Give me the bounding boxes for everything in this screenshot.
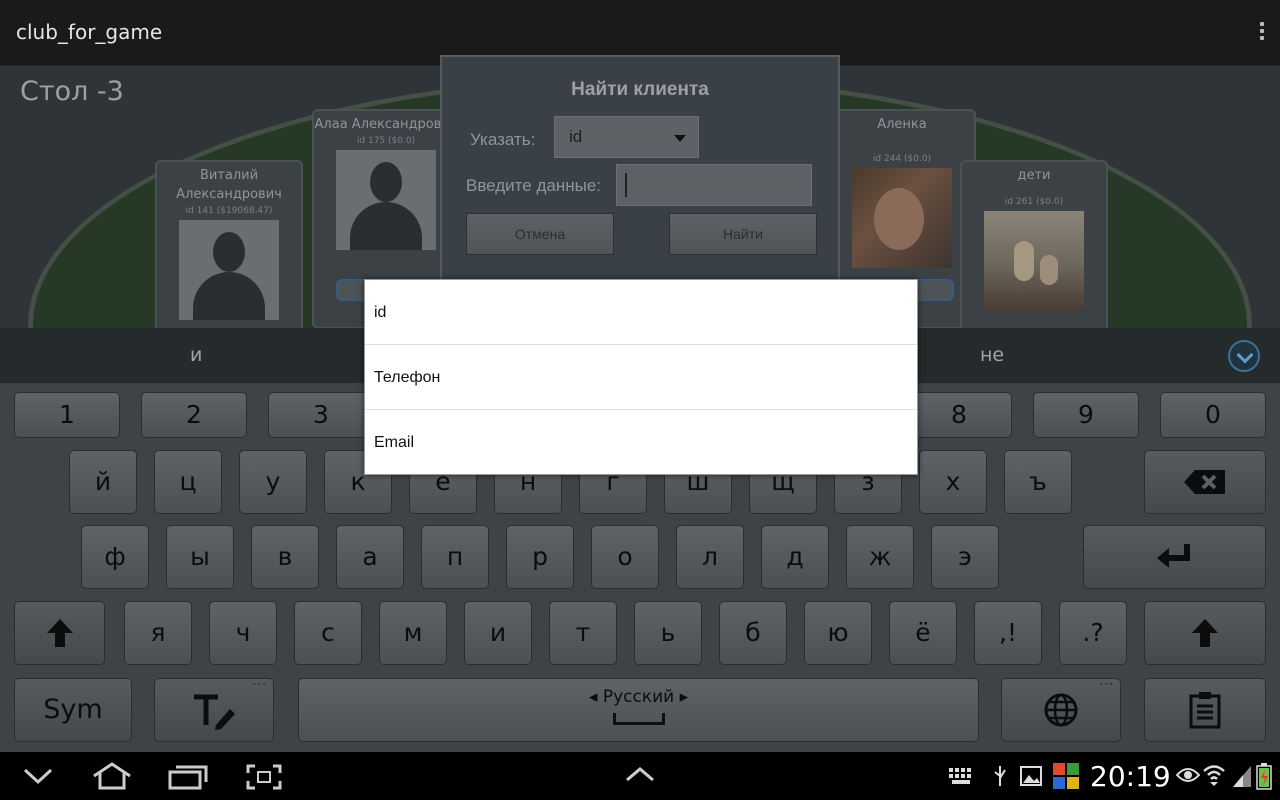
seat-player-name: Виталий Александрович [176, 168, 282, 202]
seat-player-id: id 141 ($19068.47) [185, 206, 273, 216]
key-letter[interactable]: в [251, 525, 319, 589]
key-3[interactable]: 3 [268, 392, 374, 438]
hide-keyboard-icon[interactable] [22, 766, 54, 786]
keyboard-status-icon [949, 768, 971, 784]
backspace-key[interactable] [1144, 450, 1266, 514]
status-clock: 20:19 [1090, 760, 1171, 793]
key-letter[interactable]: ё [889, 601, 957, 665]
specify-label: Указать: [470, 130, 536, 149]
key-letter[interactable]: л [676, 525, 744, 589]
seat-player-id: id 175 ($0.0) [356, 136, 416, 146]
shift-icon [1192, 619, 1218, 647]
screenshot-icon[interactable] [246, 764, 282, 790]
search-type-dropdown: id Телефон Email [364, 279, 918, 475]
seat-card[interactable]: Виталий Александрович id 141 ($19068.47) [155, 160, 303, 328]
key-letter[interactable]: а [336, 525, 404, 589]
comma-key[interactable]: ,! [974, 601, 1042, 665]
shift-key-left[interactable] [14, 601, 105, 665]
text-input-settings-key[interactable]: ··· [154, 678, 274, 742]
key-letter[interactable]: э [931, 525, 999, 589]
key-letter[interactable]: б [719, 601, 787, 665]
avatar-photo [984, 211, 1084, 311]
avatar [336, 150, 436, 250]
seat-player-name: дети [1017, 168, 1051, 183]
clipboard-icon [1189, 692, 1221, 729]
recent-apps-icon[interactable] [168, 764, 208, 790]
usb-icon [994, 766, 1006, 786]
shift-icon [46, 619, 73, 647]
search-data-input[interactable] [616, 164, 812, 206]
seat-player-id: id 261 ($0.0) [1004, 197, 1064, 207]
battery-icon [1256, 763, 1272, 790]
key-letter[interactable]: я [124, 601, 192, 665]
dialog-title: Найти клиента [571, 79, 709, 100]
key-letter[interactable]: у [239, 450, 307, 514]
input-label: Введите данные: [466, 176, 601, 195]
enter-icon [1156, 544, 1190, 568]
backspace-icon [1184, 470, 1225, 494]
seat-player-name: Аленка [877, 117, 927, 132]
key-letter[interactable]: х [919, 450, 987, 514]
signal-icon [1233, 766, 1251, 787]
avatar [179, 220, 279, 320]
key-letter[interactable]: й [69, 450, 137, 514]
shift-key-right[interactable] [1144, 601, 1266, 665]
seat-player-name: Алаа Александрович [314, 117, 458, 132]
home-icon[interactable] [90, 762, 134, 790]
globe-icon [1044, 693, 1078, 727]
wifi-icon [1203, 765, 1225, 786]
key-8[interactable]: 8 [906, 392, 1012, 438]
key-letter[interactable]: д [761, 525, 829, 589]
period-key[interactable]: .? [1059, 601, 1127, 665]
space-key[interactable]: ◂ Русский ▸ [298, 678, 979, 742]
key-letter[interactable]: ъ [1004, 450, 1072, 514]
dropdown-option-email[interactable]: Email [365, 410, 917, 475]
text-edit-icon [194, 694, 235, 730]
key-letter[interactable]: ф [81, 525, 149, 589]
table-name: Стол -3 [20, 76, 124, 107]
key-letter[interactable]: и [464, 601, 532, 665]
key-letter[interactable]: ч [209, 601, 277, 665]
search-type-spinner[interactable]: id [554, 116, 699, 158]
gallery-icon [1020, 766, 1042, 786]
key-2[interactable]: 2 [141, 392, 247, 438]
find-button[interactable]: Найти [669, 213, 817, 255]
collapse-keyboard-icon[interactable] [1228, 340, 1260, 372]
seat-card[interactable]: дети id 261 ($0.0) [960, 160, 1108, 328]
key-letter[interactable]: п [421, 525, 489, 589]
key-9[interactable]: 9 [1033, 392, 1139, 438]
language-key[interactable]: ··· [1001, 678, 1121, 742]
key-0[interactable]: 0 [1160, 392, 1266, 438]
cancel-button[interactable]: Отмена [466, 213, 614, 255]
chevron-up-icon[interactable] [624, 766, 656, 782]
key-letter[interactable]: м [379, 601, 447, 665]
overflow-menu-icon[interactable] [1254, 22, 1270, 44]
key-letter[interactable]: т [549, 601, 617, 665]
seat-player-id: id 244 ($0.0) [872, 154, 932, 164]
language-label: Русский [602, 687, 675, 707]
suggestion-word[interactable]: не [980, 344, 1004, 366]
key-letter[interactable]: ю [804, 601, 872, 665]
suggestion-word[interactable]: и [190, 344, 202, 366]
key-1[interactable]: 1 [14, 392, 120, 438]
sym-key[interactable]: Sym [14, 678, 132, 742]
key-letter[interactable]: ы [166, 525, 234, 589]
key-letter[interactable]: ж [846, 525, 914, 589]
key-letter[interactable]: с [294, 601, 362, 665]
text-caret [625, 173, 627, 197]
app-notification-icon [1053, 763, 1079, 789]
dropdown-option-phone[interactable]: Телефон [365, 345, 917, 410]
enter-key[interactable] [1083, 525, 1266, 589]
avatar-photo [852, 168, 952, 268]
key-letter[interactable]: о [591, 525, 659, 589]
eye-icon [1176, 768, 1200, 782]
app-title: club_for_game [16, 20, 163, 44]
dropdown-option-id[interactable]: id [365, 280, 917, 345]
system-nav-bar: 20:19 [0, 752, 1280, 800]
key-letter[interactable]: ц [154, 450, 222, 514]
find-client-dialog: Найти клиента Указать: id Введите данные… [440, 55, 840, 281]
key-letter[interactable]: р [506, 525, 574, 589]
key-letter[interactable]: ь [634, 601, 702, 665]
clipboard-key[interactable] [1144, 678, 1266, 742]
